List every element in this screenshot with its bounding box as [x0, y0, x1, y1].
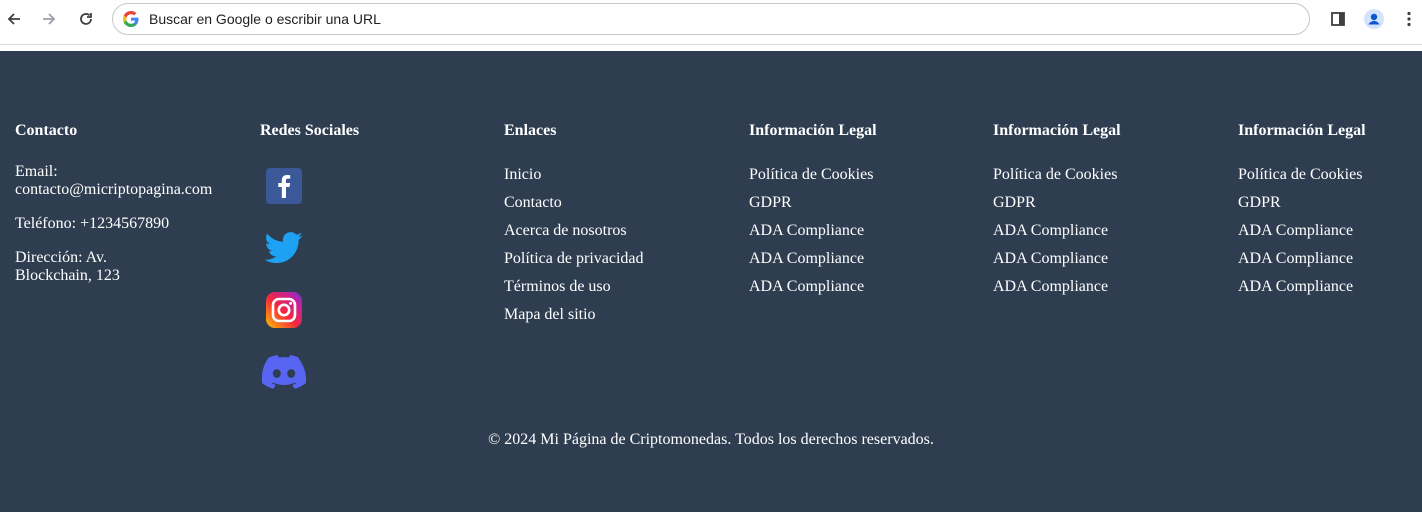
back-button[interactable]: [2, 7, 26, 31]
legal-link-gdpr[interactable]: GDPR: [993, 189, 1117, 217]
legal-link-ada[interactable]: ADA Compliance: [749, 273, 873, 301]
browser-menu-button[interactable]: [1397, 7, 1421, 31]
address-bar[interactable]: Buscar en Google o escribir una URL: [112, 3, 1310, 35]
instagram-icon: [266, 292, 302, 328]
kebab-menu-icon: [1407, 11, 1411, 27]
reload-icon: [80, 13, 92, 25]
legal-link-ada[interactable]: ADA Compliance: [1238, 273, 1362, 301]
address-line-2: Blockchain, 123: [15, 267, 120, 284]
link-privacidad[interactable]: Política de privacidad: [504, 245, 644, 273]
legal-list-1: Política de Cookies GDPR ADA Compliance …: [749, 161, 873, 301]
contact-heading: Contacto: [15, 122, 78, 139]
legal-link-cookies[interactable]: Política de Cookies: [1238, 161, 1362, 189]
links-column: Enlaces Inicio Contacto Acerca de nosotr…: [504, 121, 734, 323]
link-acerca[interactable]: Acerca de nosotros: [504, 217, 644, 245]
discord-icon: [262, 355, 306, 389]
back-arrow-icon: [7, 13, 20, 25]
discord-link[interactable]: [260, 352, 308, 392]
link-contacto[interactable]: Contacto: [504, 189, 644, 217]
legal-link-ada[interactable]: ADA Compliance: [1238, 217, 1362, 245]
reload-button[interactable]: [74, 7, 98, 31]
toolbar-divider: [0, 44, 1422, 45]
forward-arrow-icon: [43, 13, 56, 25]
legal-link-ada[interactable]: ADA Compliance: [993, 273, 1117, 301]
legal-column-2: Información Legal Política de Cookies GD…: [993, 121, 1223, 295]
google-g-icon: [123, 11, 139, 27]
legal-heading-1: Información Legal: [749, 122, 877, 139]
phone-text: Teléfono: +1234567890: [15, 215, 170, 232]
legal-column-3: Información Legal Política de Cookies GD…: [1238, 121, 1418, 295]
address-bar-placeholder: Buscar en Google o escribir una URL: [149, 11, 381, 27]
social-column: Redes Sociales: [260, 121, 490, 389]
legal-link-gdpr[interactable]: GDPR: [749, 189, 873, 217]
legal-link-gdpr[interactable]: GDPR: [1238, 189, 1362, 217]
instagram-link[interactable]: [260, 290, 308, 330]
legal-heading-2: Información Legal: [993, 122, 1121, 139]
site-footer: Contacto Email: contacto@micriptopagina.…: [0, 51, 1422, 512]
facebook-link[interactable]: [260, 166, 308, 206]
twitter-icon: [265, 232, 303, 264]
address-line-1: Dirección: Av.: [15, 249, 107, 266]
link-mapa-sitio[interactable]: Mapa del sitio: [504, 301, 644, 329]
legal-heading-3: Información Legal: [1238, 122, 1366, 139]
email-value: contacto@micriptopagina.com: [15, 181, 213, 198]
legal-link-ada[interactable]: ADA Compliance: [749, 217, 873, 245]
contact-column: Contacto Email: contacto@micriptopagina.…: [15, 121, 245, 284]
email-label: Email:: [15, 163, 58, 180]
copyright-text: © 2024 Mi Página de Criptomonedas. Todos…: [488, 431, 934, 448]
legal-list-2: Política de Cookies GDPR ADA Compliance …: [993, 161, 1117, 301]
legal-list-3: Política de Cookies GDPR ADA Compliance …: [1238, 161, 1362, 301]
legal-link-ada[interactable]: ADA Compliance: [1238, 245, 1362, 273]
legal-column-1: Información Legal Política de Cookies GD…: [749, 121, 979, 295]
legal-link-cookies[interactable]: Política de Cookies: [993, 161, 1117, 189]
forward-button[interactable]: [37, 7, 61, 31]
links-list: Inicio Contacto Acerca de nosotros Polít…: [504, 161, 644, 329]
link-terminos[interactable]: Términos de uso: [504, 273, 644, 301]
social-heading: Redes Sociales: [260, 122, 360, 139]
browser-toolbar: Buscar en Google o escribir una URL: [0, 0, 1422, 44]
profile-avatar-icon: [1364, 9, 1384, 29]
side-panel-icon: [1331, 12, 1345, 26]
profile-button[interactable]: [1362, 7, 1386, 31]
legal-link-ada[interactable]: ADA Compliance: [749, 245, 873, 273]
facebook-icon: [266, 168, 302, 204]
legal-link-ada[interactable]: ADA Compliance: [993, 217, 1117, 245]
side-panel-button[interactable]: [1326, 7, 1350, 31]
twitter-link[interactable]: [260, 228, 308, 268]
link-inicio[interactable]: Inicio: [504, 161, 644, 189]
legal-link-cookies[interactable]: Política de Cookies: [749, 161, 873, 189]
links-heading: Enlaces: [504, 122, 557, 139]
legal-link-ada[interactable]: ADA Compliance: [993, 245, 1117, 273]
